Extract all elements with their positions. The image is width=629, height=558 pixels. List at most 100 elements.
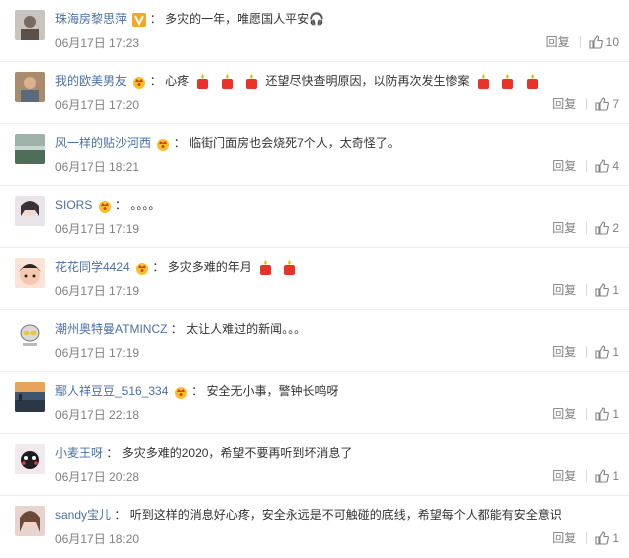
comment-time: 06月17日 17:19 [55, 346, 140, 360]
comment-username[interactable]: 花花同学4424 [55, 260, 130, 274]
comment-item: SIORS ： 。。。。 06月17日 17:19 回复 2 [0, 186, 629, 248]
divider [586, 98, 588, 110]
thumbs-up-icon [595, 531, 610, 545]
comment-time: 06月17日 20:28 [55, 470, 140, 484]
comment-username[interactable]: 珠海房黎思萍 [55, 12, 127, 26]
candle-emoji-icon [475, 73, 492, 90]
comment-text: 安全无小事，警钟长鸣呀 [206, 384, 339, 398]
divider [586, 532, 588, 544]
like-count: 4 [612, 159, 619, 173]
comment-text: 听到这样的消息好心疼，安全永远是不可触碰的底线，希望每个人都能有安全意识 [129, 508, 562, 522]
comment-time: 06月17日 17:23 [55, 36, 140, 50]
like-count: 1 [612, 407, 619, 421]
comment-text-2: 还望尽快查明原因，以防再次发生惨案 [265, 74, 470, 88]
reply-button[interactable]: 回复 [552, 468, 586, 484]
like-button[interactable]: 7 [595, 96, 619, 112]
comment-username[interactable]: 我的欧美男友 [55, 74, 127, 88]
reply-button[interactable]: 回复 [552, 220, 586, 236]
comment-text: 太让人难过的新闻。。。 [186, 322, 307, 336]
thumbs-up-icon [595, 345, 610, 359]
like-button[interactable]: 2 [595, 220, 619, 236]
avatar[interactable] [15, 258, 45, 288]
crown-icon [132, 75, 146, 89]
avatar[interactable] [15, 320, 45, 350]
crown-icon [174, 385, 188, 399]
comment-item: 风一样的贴沙河西 ： 临街门面房也会烧死7个人，太奇怪了。 06月17日 18:… [0, 124, 629, 186]
reply-button[interactable]: 回复 [552, 96, 586, 112]
comment-time: 06月17日 17:19 [55, 284, 140, 298]
reply-button[interactable]: 回复 [552, 344, 586, 360]
reply-button[interactable]: 回复 [552, 530, 586, 546]
like-button[interactable]: 1 [595, 344, 619, 360]
like-button[interactable]: 4 [595, 158, 619, 174]
candle-emoji-icon [257, 259, 274, 276]
avatar[interactable] [15, 72, 45, 102]
comment-username[interactable]: SIORS [55, 198, 92, 212]
comment-text: 。。。。 [130, 198, 161, 212]
thumbs-up-icon [595, 407, 610, 421]
comment-list: 珠海房黎思萍 ： 多灾的一年，唯愿国人平安🎧 06月17日 17:23 回复 1… [0, 0, 629, 553]
comment-text: 多灾多难的年月 [167, 260, 252, 274]
avatar[interactable] [15, 506, 45, 536]
comment-username[interactable]: 潮州奥特曼ATMINCZ [55, 322, 167, 336]
candle-emoji-icon [219, 73, 236, 90]
avatar[interactable] [15, 134, 45, 164]
thumbs-up-icon [595, 159, 610, 173]
divider [586, 160, 588, 172]
reply-button[interactable]: 回复 [546, 34, 580, 50]
thumbs-up-icon [595, 469, 610, 483]
comment-time: 06月17日 18:20 [55, 532, 140, 546]
divider [586, 284, 588, 296]
avatar[interactable] [15, 382, 45, 412]
thumbs-up-icon [595, 283, 610, 297]
comment-username[interactable]: sandy宝儿 [55, 508, 111, 522]
like-count: 10 [605, 35, 619, 49]
comment-item: 我的欧美男友 ： 心疼 还望尽快查明原因，以防再次发生惨案 06月17日 17:… [0, 62, 629, 124]
reply-button[interactable]: 回复 [552, 158, 586, 174]
comment-item: 珠海房黎思萍 ： 多灾的一年，唯愿国人平安🎧 06月17日 17:23 回复 1… [0, 0, 629, 62]
comment-item: 花花同学4424 ： 多灾多难的年月 06月17日 17:19 回复 1 [0, 248, 629, 310]
like-count: 1 [612, 283, 619, 297]
reply-button[interactable]: 回复 [552, 406, 586, 422]
like-button[interactable]: 1 [595, 282, 619, 298]
comment-text: 临街门面房也会烧死7个人，太奇怪了。 [189, 136, 400, 150]
thumbs-up-icon [595, 221, 610, 235]
crown-icon [135, 261, 149, 275]
thumbs-up-icon [595, 97, 610, 111]
comment-time: 06月17日 18:21 [55, 160, 140, 174]
candle-emoji-icon [281, 259, 298, 276]
comment-item: sandy宝儿 ： 听到这样的消息好心疼，安全永远是不可触碰的底线，希望每个人都… [0, 496, 629, 558]
divider [586, 222, 588, 234]
avatar[interactable] [15, 10, 45, 40]
comment-time: 06月17日 17:20 [55, 98, 140, 112]
like-count: 1 [612, 469, 619, 483]
vip-v-icon [132, 12, 147, 27]
crown-icon [98, 199, 112, 213]
candle-emoji-icon [499, 73, 516, 90]
thumbs-up-icon [589, 35, 603, 49]
divider [586, 408, 588, 420]
divider [579, 36, 581, 48]
comment-username[interactable]: 小麦王呀 [55, 446, 103, 460]
candle-emoji-icon [524, 73, 541, 90]
comment-time: 06月17日 22:18 [55, 408, 140, 422]
comment-username[interactable]: 鄢人祥豆豆_516_334 [55, 384, 168, 398]
reply-button[interactable]: 回复 [552, 282, 586, 298]
comment-text: 心疼 [165, 74, 190, 88]
like-count: 1 [612, 531, 619, 545]
like-count: 7 [612, 97, 619, 111]
like-count: 1 [612, 345, 619, 359]
like-button[interactable]: 1 [595, 468, 619, 484]
candle-emoji-icon [194, 73, 211, 90]
comment-item: 小麦王呀 ： 多灾多难的2020，希望不要再听到坏消息了 06月17日 20:2… [0, 434, 629, 496]
comment-username[interactable]: 风一样的贴沙河西 [55, 136, 151, 150]
like-button[interactable]: 10 [589, 34, 619, 50]
candle-emoji-icon [243, 73, 260, 90]
comment-text: 多灾多难的2020，希望不要再听到坏消息了 [121, 446, 353, 460]
comment-item: 潮州奥特曼ATMINCZ ： 太让人难过的新闻。。。 06月17日 17:19 … [0, 310, 629, 372]
avatar[interactable] [15, 196, 45, 226]
comment-item: 鄢人祥豆豆_516_334 ： 安全无小事，警钟长鸣呀 06月17日 22:18… [0, 372, 629, 434]
avatar[interactable] [15, 444, 45, 474]
like-button[interactable]: 1 [595, 406, 619, 422]
like-button[interactable]: 1 [595, 530, 619, 546]
